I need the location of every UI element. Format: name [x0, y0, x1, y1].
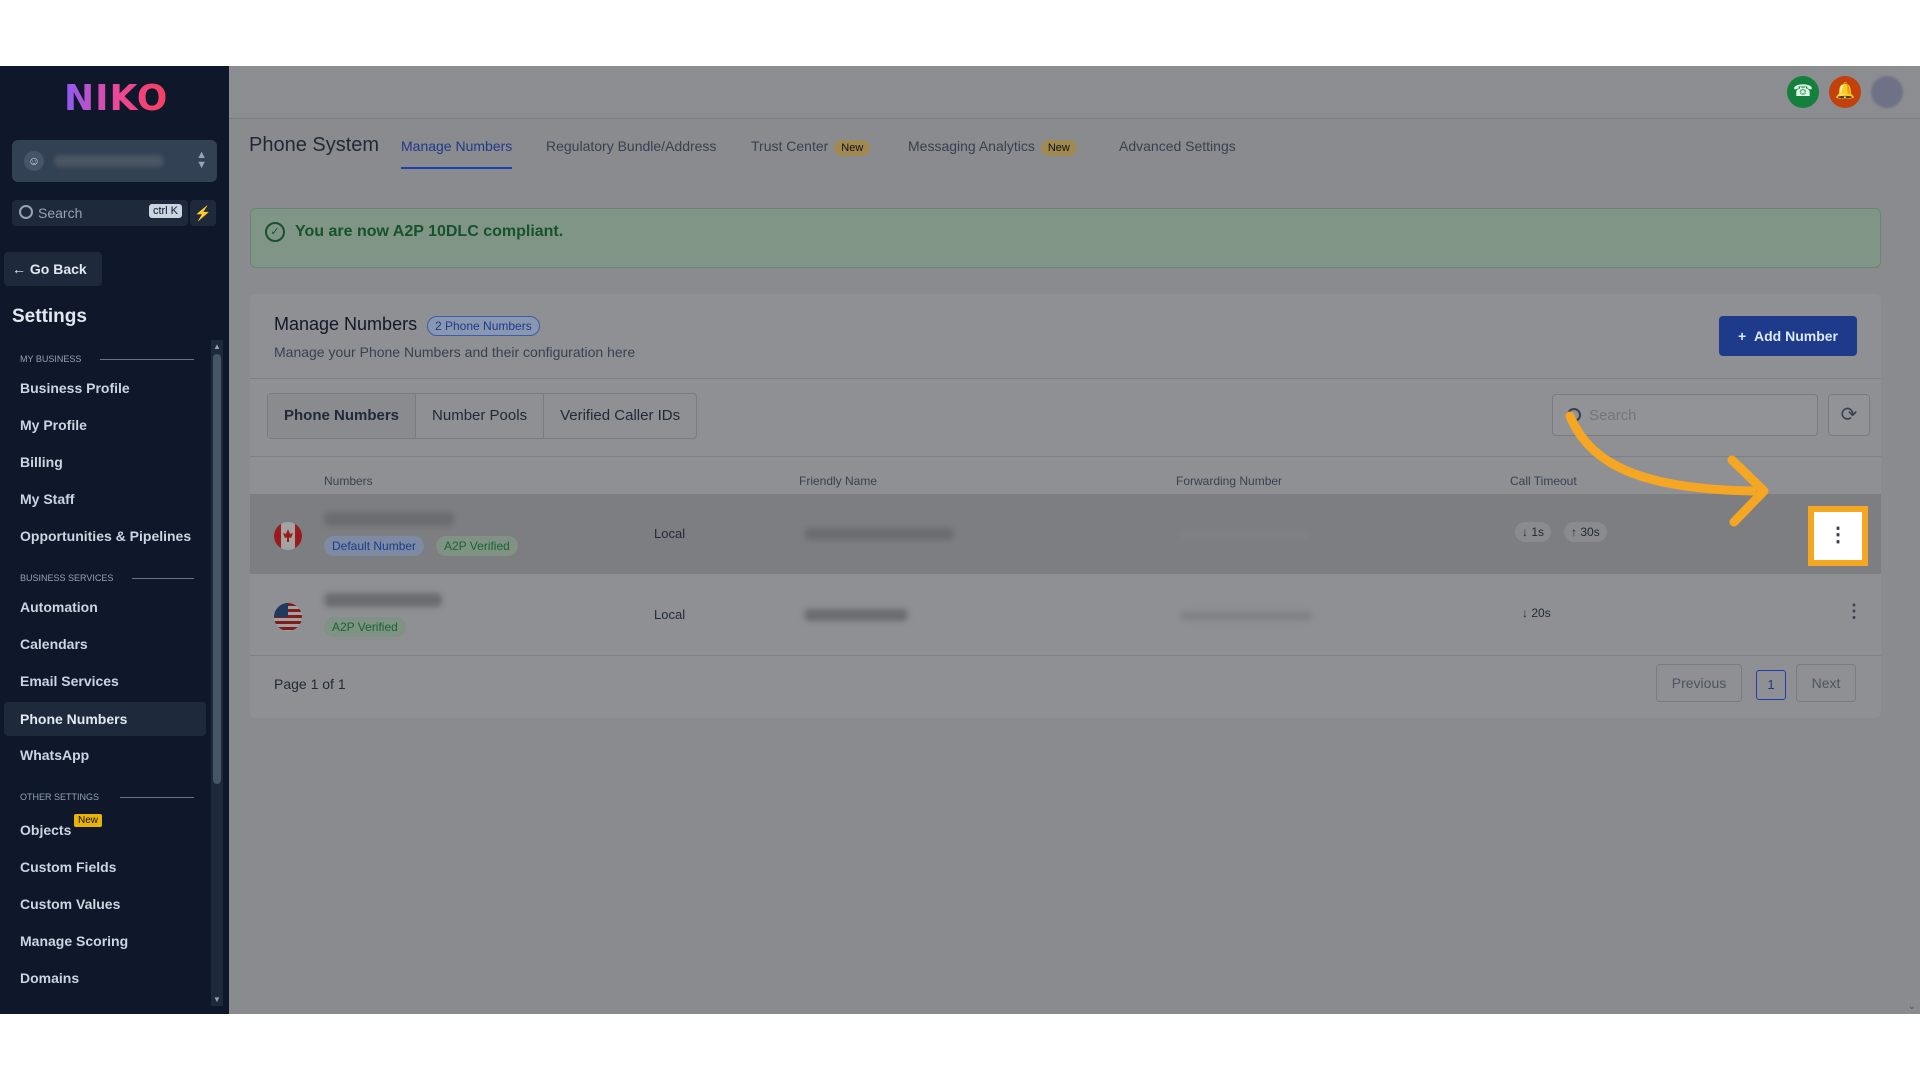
search-icon	[19, 205, 33, 219]
tab-manage-numbers[interactable]: Manage Numbers	[401, 138, 513, 169]
page-scroll-down-icon[interactable]: ⌄	[1908, 1001, 1916, 1012]
tab-advanced-settings[interactable]: Advanced Settings	[1119, 138, 1236, 154]
search-shortcut: ctrl K	[148, 204, 182, 218]
tab-messaging-analytics[interactable]: Messaging Analytics New	[908, 138, 1077, 156]
compliance-alert: ✓ You are now A2P 10DLC compliant.	[250, 208, 1881, 268]
scroll-thumb[interactable]	[213, 354, 221, 784]
sidebar-scrollbar[interactable]: ▲ ▼	[211, 340, 223, 1006]
account-name-blurred	[54, 155, 164, 167]
sidebar-item-opportunities[interactable]: Opportunities & Pipelines	[20, 528, 191, 544]
page-title: Phone System	[249, 134, 380, 156]
sidebar-item-manage-scoring[interactable]: Manage Scoring	[20, 933, 128, 949]
sidebar-search-placeholder: Search	[38, 205, 83, 221]
phone-icon[interactable]: ☎	[1787, 76, 1819, 108]
sidebar-item-whatsapp[interactable]: WhatsApp	[20, 747, 89, 763]
sidebar-item-automation[interactable]: Automation	[20, 599, 98, 615]
avatar[interactable]	[1871, 76, 1903, 108]
objects-new-badge: New	[74, 814, 103, 827]
sidebar-item-calendars[interactable]: Calendars	[20, 636, 88, 652]
sidebar-item-billing[interactable]: Billing	[20, 454, 63, 470]
sidebar-item-custom-values[interactable]: Custom Values	[20, 896, 120, 912]
sidebar-item-custom-fields[interactable]: Custom Fields	[20, 859, 116, 875]
section-my-business: MY BUSINESS	[20, 354, 194, 364]
scroll-up-icon[interactable]: ▲	[211, 342, 223, 351]
section-other-settings: OTHER SETTINGS	[20, 792, 194, 802]
tabs-bar: Phone System Manage Numbers Regulatory B…	[229, 118, 1920, 178]
settings-title: Settings	[12, 306, 87, 327]
messaging-analytics-new-badge: New	[1040, 140, 1077, 156]
bell-icon[interactable]: 🔔	[1829, 76, 1861, 108]
trust-center-new-badge: New	[834, 140, 871, 156]
app-window: NIKO ☺ ▲ ▼ Search ctrl K ⚡ ← Go Back Sett…	[0, 66, 1920, 1014]
go-back-button[interactable]: ← Go Back	[4, 252, 102, 286]
main-area: ☎ 🔔 Phone System Manage Numbers Regulato…	[229, 66, 1920, 1014]
alert-message: You are now A2P 10DLC compliant.	[295, 223, 564, 240]
check-circle-icon: ✓	[265, 222, 285, 242]
top-bar: ☎ 🔔	[229, 66, 1920, 119]
sidebar-search[interactable]: Search ctrl K	[12, 200, 188, 226]
tab-regulatory-bundle[interactable]: Regulatory Bundle/Address	[546, 138, 716, 154]
sidebar: NIKO ☺ ▲ ▼ Search ctrl K ⚡ ← Go Back Sett…	[0, 66, 229, 1014]
go-back-label: Go Back	[29, 261, 87, 277]
chevron-updown-icon: ▲ ▼	[196, 149, 207, 171]
sidebar-item-objects[interactable]: Objects	[20, 822, 71, 838]
logo: NIKO	[64, 78, 169, 119]
annotation-arrow	[1565, 411, 1769, 527]
scroll-down-icon[interactable]: ▼	[211, 995, 223, 1004]
bolt-icon[interactable]: ⚡	[190, 200, 216, 226]
account-switcher[interactable]: ☺ ▲ ▼	[12, 140, 217, 182]
section-business-services: BUSINESS SERVICES	[20, 573, 194, 583]
sidebar-item-email-services[interactable]: Email Services	[20, 673, 119, 689]
sidebar-item-my-profile[interactable]: My Profile	[20, 417, 87, 433]
manage-numbers-card: Manage Numbers 2 Phone Numbers Manage yo…	[250, 294, 1881, 718]
settings-nav: MY BUSINESS Business Profile My Profile …	[0, 346, 210, 1014]
sidebar-item-business-profile[interactable]: Business Profile	[20, 380, 130, 396]
sidebar-item-phone-numbers[interactable]: Phone Numbers	[4, 702, 206, 736]
sidebar-item-domains[interactable]: Domains	[20, 970, 79, 986]
tab-trust-center[interactable]: Trust Center New	[751, 138, 871, 156]
sidebar-item-my-staff[interactable]: My Staff	[20, 491, 74, 507]
user-icon: ☺	[24, 151, 44, 171]
